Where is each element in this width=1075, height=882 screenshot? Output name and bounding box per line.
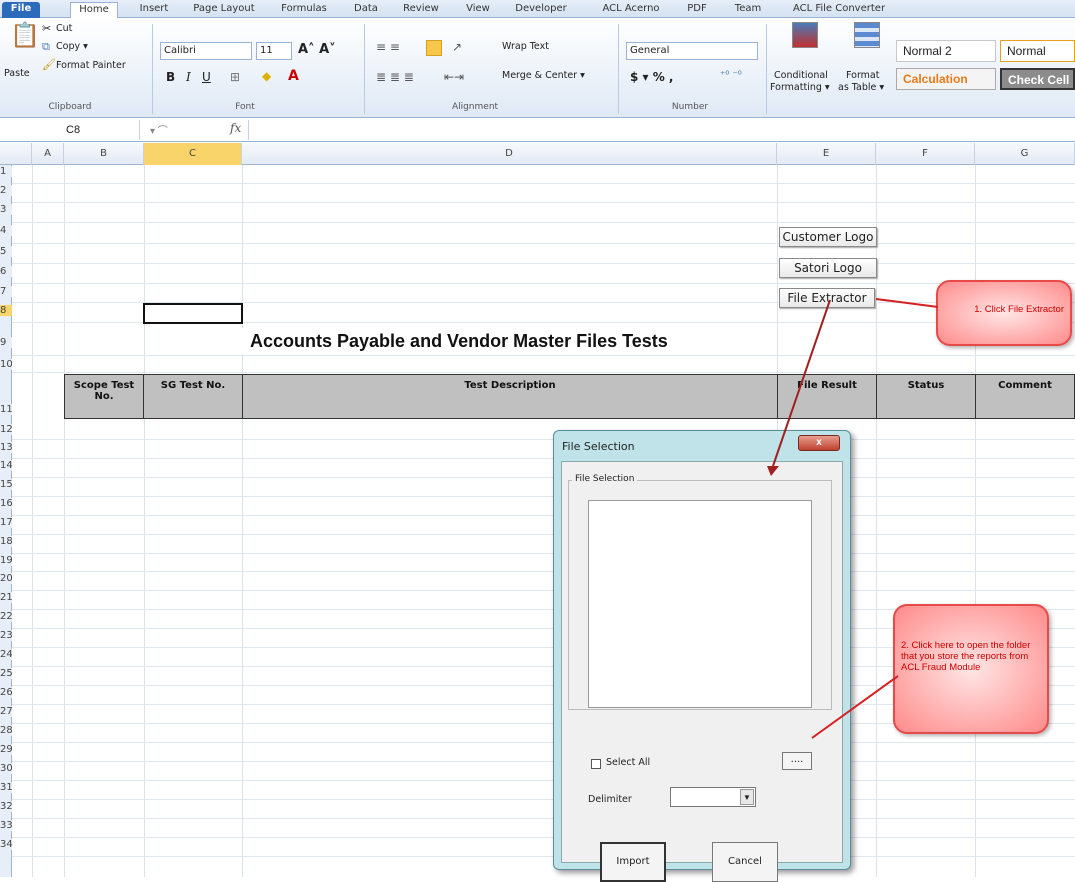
arrow-to-dialog: [772, 299, 831, 467]
arrow-head-icon: [767, 466, 779, 476]
callout-2-pointer: [811, 675, 899, 739]
annotation-arrows: [767, 298, 939, 739]
callout-1-pointer: [875, 298, 939, 308]
